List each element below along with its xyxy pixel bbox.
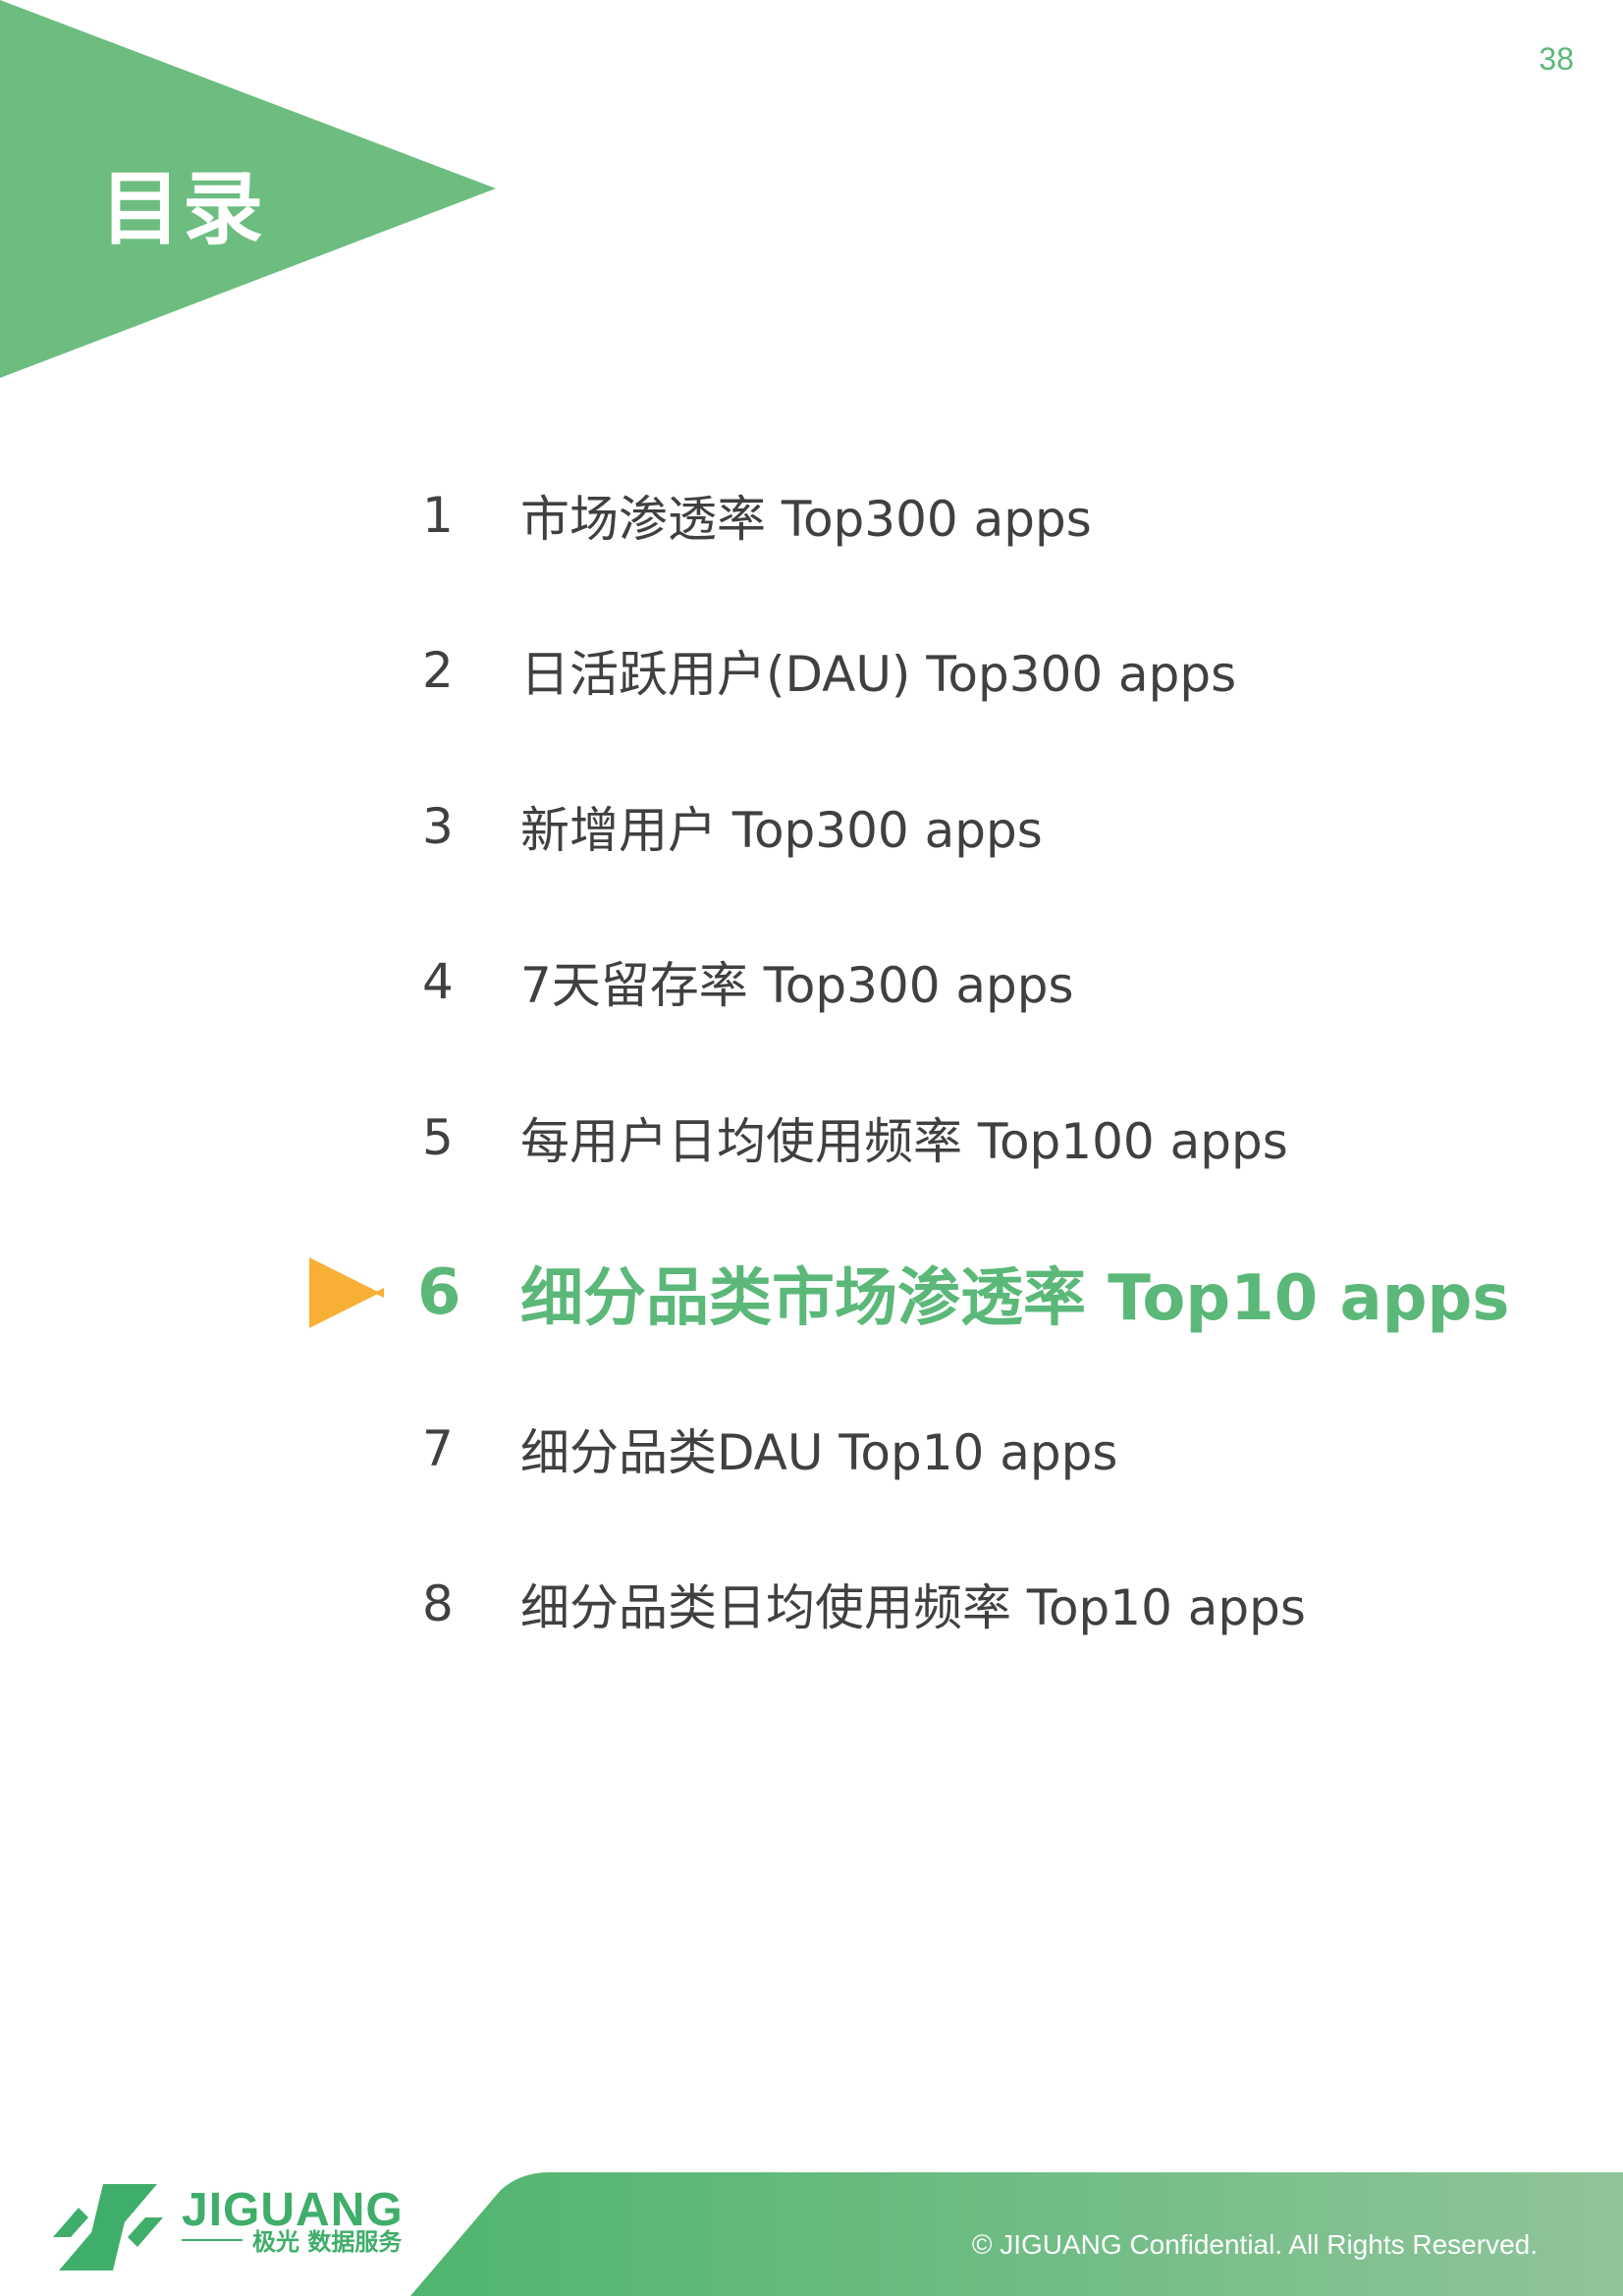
toc-item-label: 细分品类日均使用频率 Top10 apps [520,1579,1306,1636]
toc-item-number: 8 [422,1575,454,1632]
toc-item-label: 市场渗透率 Top300 apps [520,491,1092,548]
toc-item-3[interactable]: 3 新增用户 Top300 apps [0,787,1623,866]
logo-subtitle-text: 极光 数据服务 [252,2228,403,2256]
toc-item-label: 7天留存率 Top300 apps [520,957,1074,1014]
toc-item-label: 新增用户 Top300 apps [520,802,1043,859]
toc-item-number: 2 [422,642,454,699]
toc-item-2[interactable]: 2 日活跃用户(DAU) Top300 apps [0,631,1623,710]
toc-item-label: 日活跃用户(DAU) Top300 apps [520,646,1237,703]
toc-item-number: 4 [422,953,454,1010]
toc-item-number: 3 [422,798,454,855]
toc-item-7[interactable]: 7 细分品类DAU Top10 apps [0,1410,1623,1488]
jiguang-logo-icon [53,2184,163,2270]
page-title: 目录 [100,163,266,256]
toc-item-6-active[interactable]: 6 细分品类市场渗透率 Top10 apps [0,1254,1623,1335]
toc-item-label: 每用户日均使用频率 Top100 apps [520,1113,1288,1170]
toc-item-1[interactable]: 1 市场渗透率 Top300 apps [0,476,1623,555]
toc-item-label: 细分品类DAU Top10 apps [520,1424,1118,1481]
toc-item-label: 细分品类市场渗透率 Top10 apps [520,1262,1510,1335]
logo-divider [182,2238,243,2241]
toc-item-number: 1 [422,487,454,544]
toc-item-5[interactable]: 5 每用户日均使用频率 Top100 apps [0,1098,1623,1177]
toc-item-8[interactable]: 8 细分品类日均使用频率 Top10 apps [0,1565,1623,1643]
toc-item-number: 5 [422,1109,454,1166]
toc-item-4[interactable]: 4 7天留存率 Top300 apps [0,942,1623,1021]
copyright-notice: © JIGUANG Confidential. All Rights Reser… [971,2229,1538,2260]
logo-subtitle: 极光 数据服务 [182,2222,402,2257]
toc-item-number: 6 [417,1256,461,1329]
toc-item-number: 7 [422,1420,454,1477]
page-number: 38 [1539,41,1574,77]
active-marker-arrow-icon [309,1257,384,1328]
